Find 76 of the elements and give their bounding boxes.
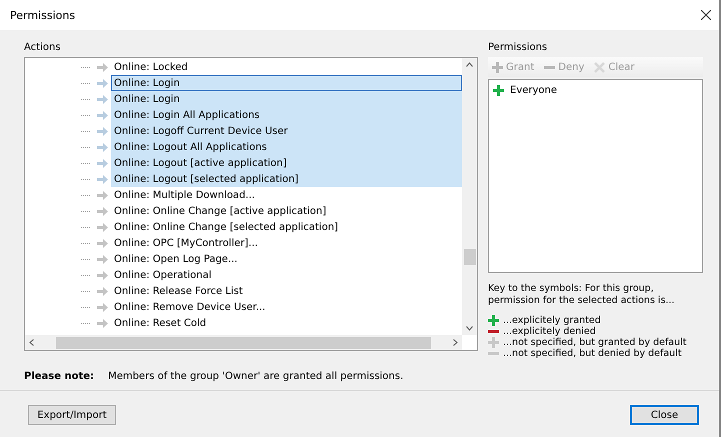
scroll-left-icon[interactable]	[29, 339, 34, 346]
action-item[interactable]: Online: Release Force List	[111, 283, 462, 299]
action-item[interactable]: Online: Online Change [selected application]	[111, 219, 462, 235]
scrollbar-thumb[interactable]	[56, 336, 431, 348]
action-item[interactable]: Online: OPC [MyController]...	[111, 235, 462, 251]
export-import-button[interactable]: Export/Import	[28, 405, 116, 425]
action-item[interactable]: Online: Remove Device User...	[111, 299, 462, 315]
tree-connector-icon	[81, 290, 91, 292]
close-icon[interactable]	[701, 10, 711, 20]
legend-text: ...explicitely denied	[503, 326, 596, 337]
action-item[interactable]: Online: Logoff Current Device User	[111, 123, 462, 139]
legend-text: ...not specified, but granted by default	[503, 337, 687, 348]
key-text: Key to the symbols: For this group, permission for the selected actions is...	[488, 283, 676, 307]
plus-icon	[488, 315, 499, 326]
plus-icon	[488, 337, 499, 348]
plus-icon	[492, 62, 503, 72]
arrow-icon	[97, 270, 108, 280]
cross-icon	[594, 62, 606, 72]
tree-connector-icon	[81, 274, 91, 276]
action-item[interactable]: Online: Operational	[111, 267, 462, 283]
window-title: Permissions	[10, 8, 76, 22]
arrow-icon	[97, 126, 108, 136]
scrollbar-thumb[interactable]	[464, 248, 476, 264]
arrow-icon	[97, 158, 108, 168]
note-text: Members of the group 'Owner' are granted all permissions.	[108, 371, 404, 382]
arrow-icon	[97, 62, 108, 72]
arrow-icon	[97, 190, 108, 200]
arrow-icon	[97, 286, 108, 296]
arrow-icon	[97, 78, 108, 88]
legend-text: ...not specified, but denied by default	[503, 348, 682, 359]
action-item[interactable]: Online: Open Log Page...	[111, 251, 462, 267]
tree-connector-icon	[81, 226, 91, 228]
arrow-icon	[97, 318, 108, 328]
tree-connector-icon	[81, 194, 91, 196]
action-item[interactable]: Online: Logout [selected application]	[111, 171, 462, 187]
legend-text: ...explicitely granted	[503, 315, 601, 326]
arrow-icon	[97, 174, 108, 184]
tree-connector-icon	[81, 82, 91, 84]
plus-icon	[493, 84, 504, 96]
action-item[interactable]: Online: Login	[111, 91, 462, 107]
tree-connector-icon	[81, 146, 91, 148]
action-item[interactable]: Online: Logout [active application]	[111, 155, 462, 171]
tree-connector-icon	[81, 130, 91, 132]
group-item[interactable]: Everyone	[510, 84, 558, 96]
action-item[interactable]: Online: Multiple Download...	[111, 187, 462, 203]
action-item[interactable]: Online: Login All Applications	[111, 107, 462, 123]
arrow-icon	[97, 110, 108, 120]
tree-connector-icon	[81, 258, 91, 260]
tree-connector-icon	[81, 162, 91, 164]
permissions-label: Permissions	[488, 42, 548, 53]
action-item[interactable]: Online: Locked	[111, 59, 462, 75]
tree-connector-icon	[81, 114, 91, 116]
arrow-icon	[97, 222, 108, 232]
action-item[interactable]: Online: Reset Cold	[111, 315, 462, 331]
action-item[interactable]: Online: Online Change [active application]	[111, 203, 462, 219]
actions-label: Actions	[24, 42, 62, 53]
tree-connector-icon	[81, 178, 91, 180]
arrow-icon	[97, 254, 108, 264]
scroll-right-icon[interactable]	[453, 339, 458, 346]
scroll-down-icon[interactable]	[466, 326, 473, 331]
tree-connector-icon	[81, 306, 91, 308]
arrow-icon	[97, 94, 108, 104]
tree-connector-icon	[81, 242, 91, 244]
note-label: Please note:	[24, 371, 94, 382]
action-item[interactable]: Online: Login	[111, 75, 462, 91]
tree-connector-icon	[81, 210, 91, 212]
action-item[interactable]: Online: Logout All Applications	[111, 139, 462, 155]
tree-connector-icon	[81, 322, 91, 324]
arrow-icon	[97, 302, 108, 312]
arrow-icon	[97, 238, 108, 248]
arrow-icon	[97, 142, 108, 152]
tree-connector-icon	[81, 66, 91, 68]
scroll-up-icon[interactable]	[466, 62, 473, 67]
close-button[interactable]: Close	[630, 405, 699, 425]
tree-connector-icon	[81, 98, 91, 100]
arrow-icon	[97, 206, 108, 216]
